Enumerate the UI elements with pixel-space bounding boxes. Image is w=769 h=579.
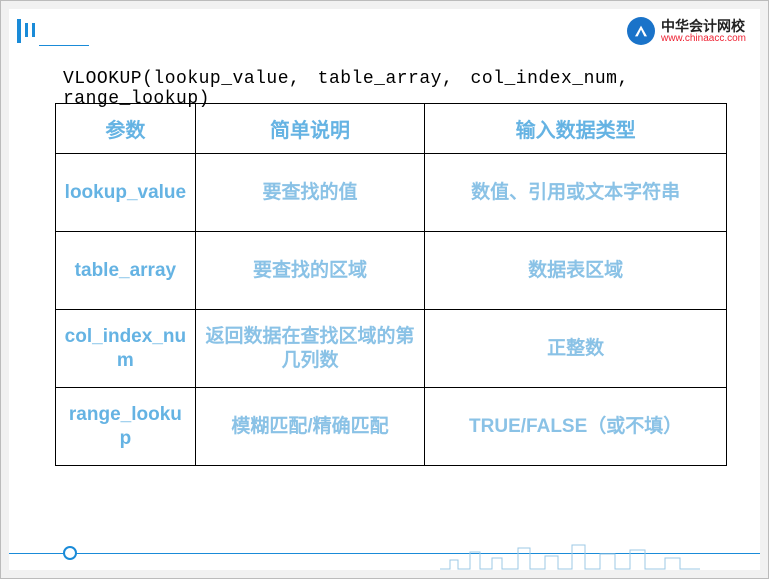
cell-type: 数值、引用或文本字符串 [425, 154, 727, 232]
logo-mark-icon [627, 17, 655, 45]
footer-decoration [9, 530, 760, 570]
cell-desc: 要查找的值 [195, 154, 425, 232]
header-type: 输入数据类型 [425, 104, 727, 154]
cell-type: 数据表区域 [425, 232, 727, 310]
params-table: 参数 简单说明 输入数据类型 lookup_value 要查找的值 数值、引用或… [55, 103, 727, 466]
header-param: 参数 [56, 104, 196, 154]
cell-param: lookup_value [56, 154, 196, 232]
table-row: range_lookup 模糊匹配/精确匹配 TRUE/FALSE（或不填） [56, 388, 727, 466]
divider [39, 45, 89, 46]
cell-desc: 模糊匹配/精确匹配 [195, 388, 425, 466]
table-row: lookup_value 要查找的值 数值、引用或文本字符串 [56, 154, 727, 232]
cell-param: range_lookup [56, 388, 196, 466]
divider [9, 553, 760, 554]
skyline-icon [440, 540, 700, 570]
brand-url: www.chinaacc.com [661, 33, 746, 44]
table-row: col_index_num 返回数据在查找区域的第几列数 正整数 [56, 310, 727, 388]
circle-icon [63, 546, 77, 560]
table-header-row: 参数 简单说明 输入数据类型 [56, 104, 727, 154]
slide: 中华会计网校 www.chinaacc.com VLOOKUP(lookup_v… [9, 9, 760, 570]
cell-type: TRUE/FALSE（或不填） [425, 388, 727, 466]
cell-type: 正整数 [425, 310, 727, 388]
cell-desc: 返回数据在查找区域的第几列数 [195, 310, 425, 388]
brand-name: 中华会计网校 [661, 19, 746, 33]
table-row: table_array 要查找的区域 数据表区域 [56, 232, 727, 310]
header-desc: 简单说明 [195, 104, 425, 154]
cell-param: table_array [56, 232, 196, 310]
corner-decoration-icon [17, 19, 39, 43]
cell-desc: 要查找的区域 [195, 232, 425, 310]
cell-param: col_index_num [56, 310, 196, 388]
brand-logo: 中华会计网校 www.chinaacc.com [627, 17, 746, 45]
